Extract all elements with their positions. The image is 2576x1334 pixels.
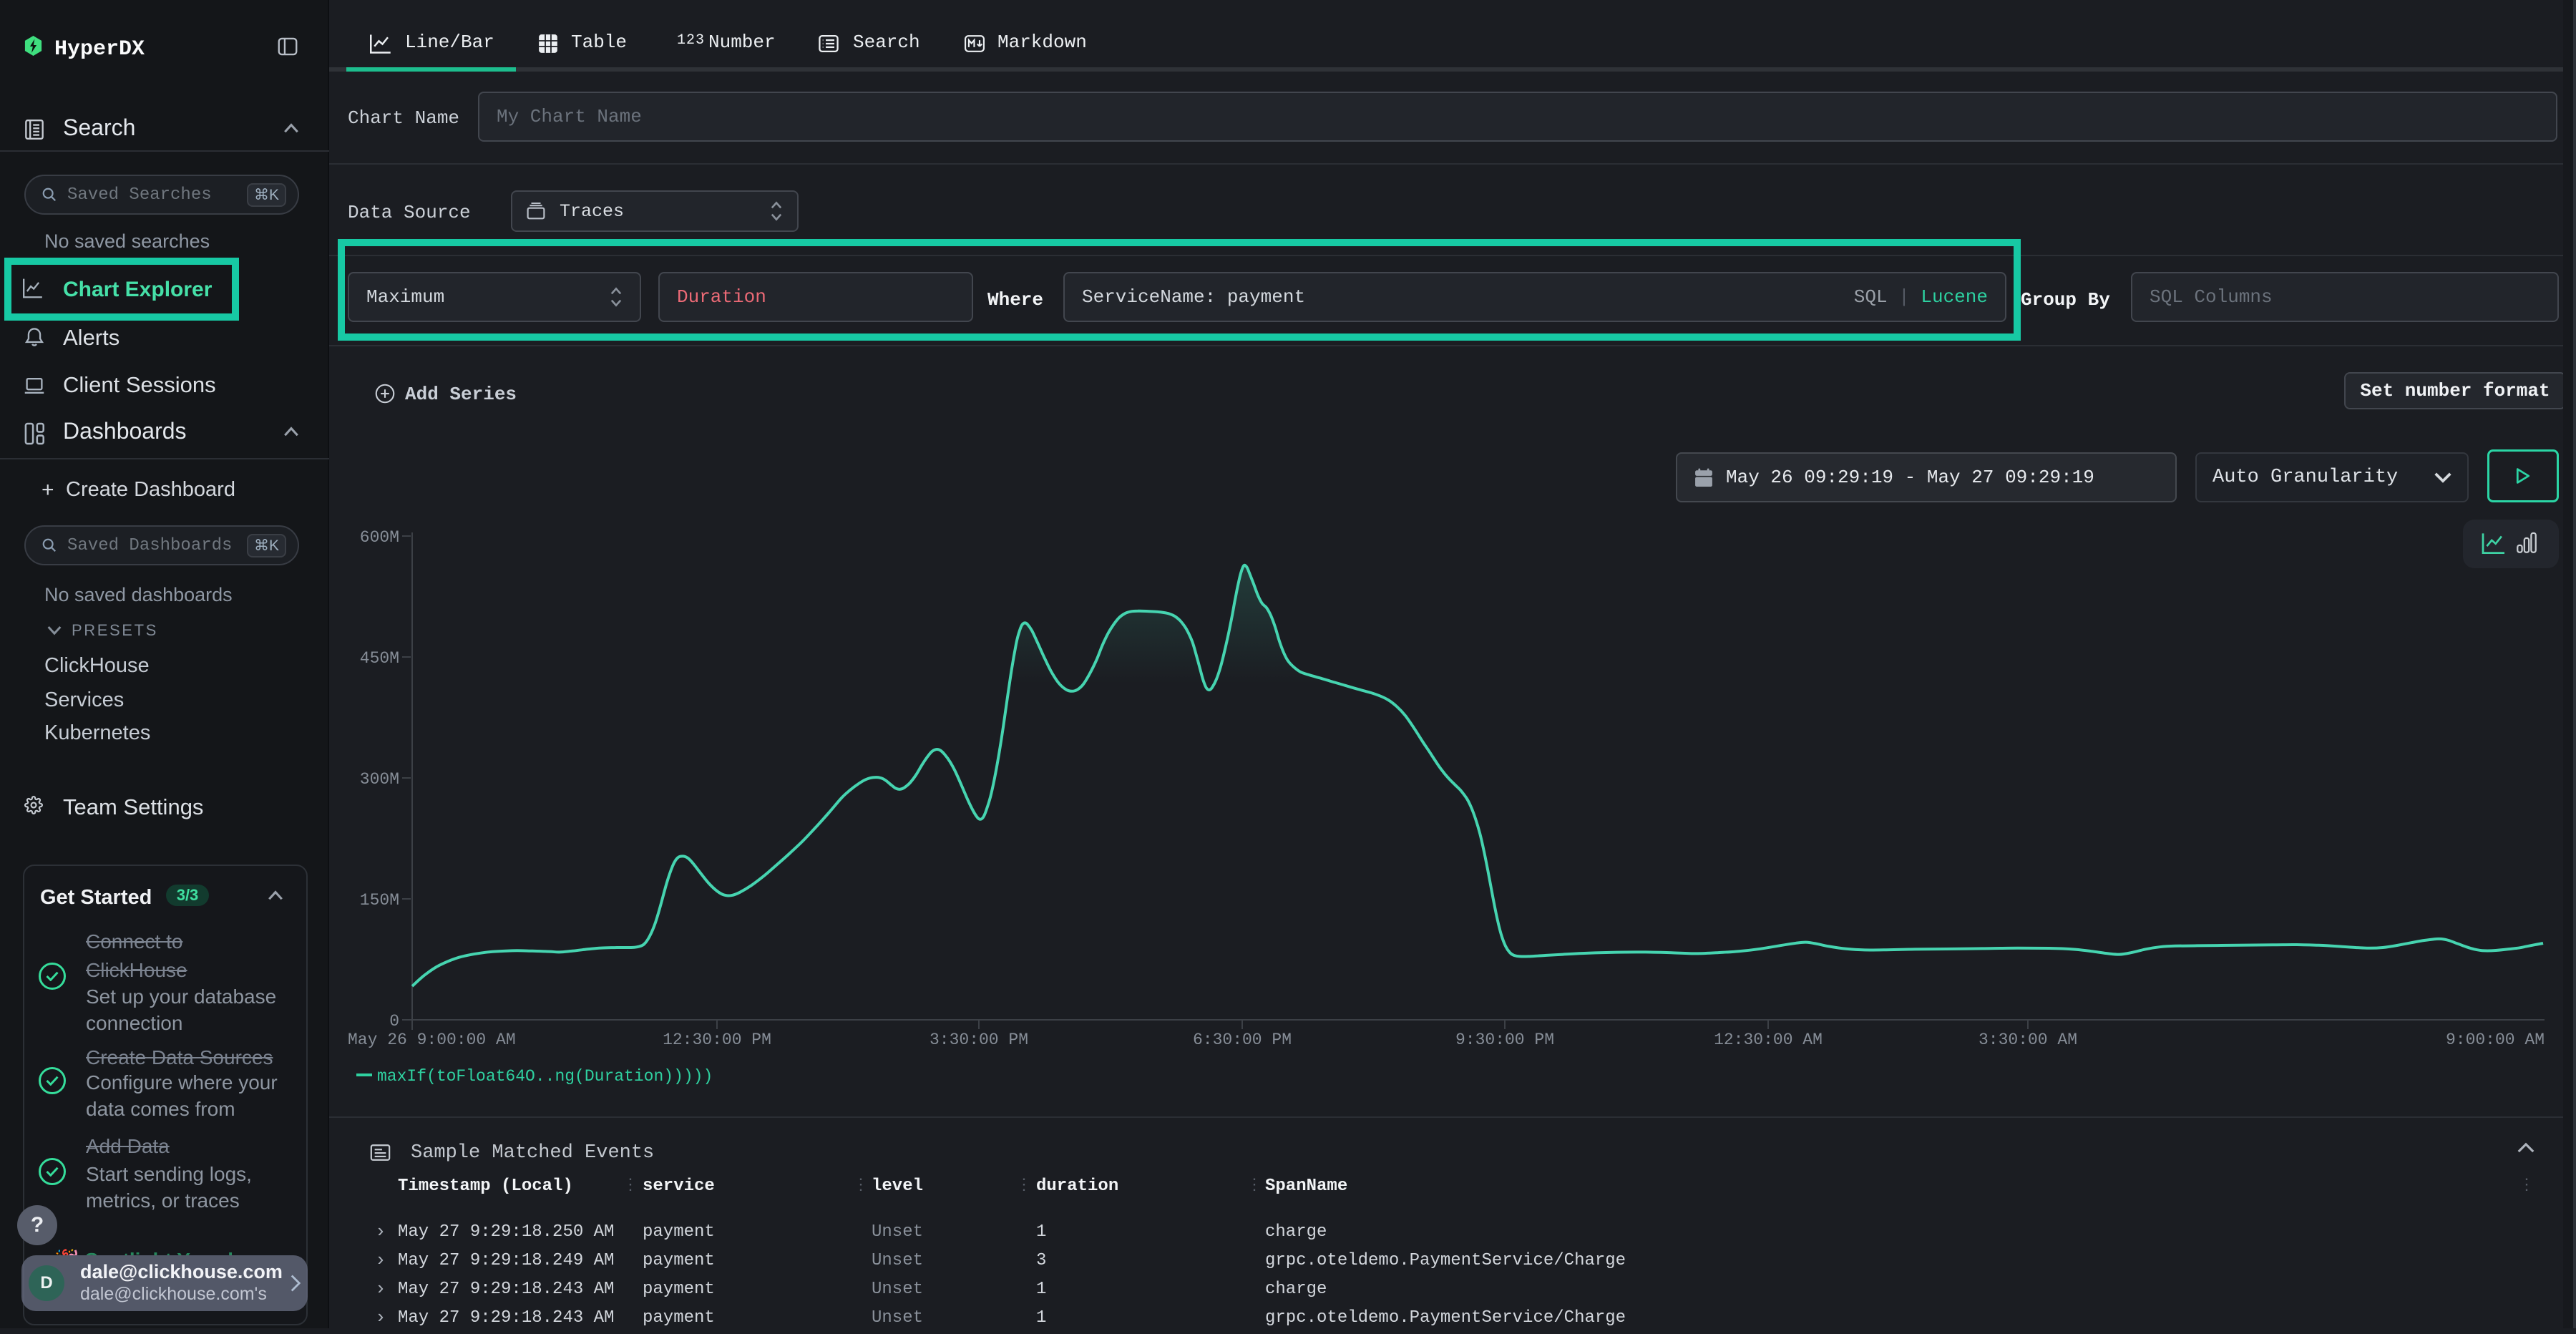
svg-text:maxIf(toFloat64O..ng(Duration): maxIf(toFloat64O..ng(Duration))))) (377, 1067, 713, 1086)
svg-text:12:30:00 PM: 12:30:00 PM (663, 1031, 771, 1049)
svg-text:May 26 9:00:00 AM: May 26 9:00:00 AM (348, 1031, 516, 1049)
svg-text:3:30:00 PM: 3:30:00 PM (930, 1031, 1028, 1049)
svg-text:600M: 600M (360, 528, 399, 547)
svg-text:9:30:00 PM: 9:30:00 PM (1455, 1031, 1554, 1049)
svg-text:6:30:00 PM: 6:30:00 PM (1193, 1031, 1292, 1049)
svg-text:300M: 300M (360, 770, 399, 789)
svg-text:150M: 150M (360, 891, 399, 910)
svg-text:3:30:00 AM: 3:30:00 AM (1979, 1031, 2077, 1049)
svg-text:0: 0 (389, 1012, 399, 1031)
svg-text:9:00:00 AM: 9:00:00 AM (2446, 1031, 2545, 1049)
svg-text:12:30:00 AM: 12:30:00 AM (1714, 1031, 1823, 1049)
svg-text:450M: 450M (360, 649, 399, 668)
